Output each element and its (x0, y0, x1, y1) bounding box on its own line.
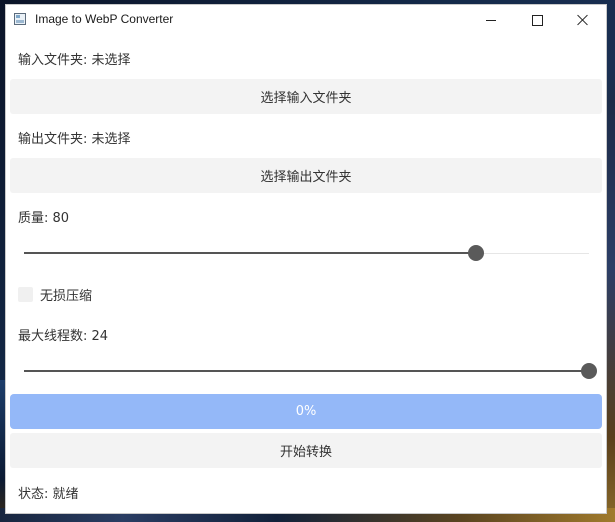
title-bar[interactable]: Image to WebP Converter (6, 5, 606, 35)
threads-slider-handle[interactable] (581, 363, 597, 379)
close-icon (577, 14, 589, 26)
app-window: Image to WebP Converter 输入文件夹: 未选择 选择输入文… (6, 5, 606, 513)
lossless-checkbox[interactable] (18, 286, 33, 302)
minimize-icon (486, 19, 496, 21)
maximize-button[interactable] (514, 5, 560, 35)
minimize-button[interactable] (468, 5, 514, 35)
threads-slider[interactable] (24, 362, 597, 382)
threads-slider-fill (24, 370, 589, 372)
quality-slider-fill (24, 252, 476, 254)
start-conversion-button[interactable]: 开始转换 (10, 433, 602, 468)
quality-slider-handle[interactable] (468, 245, 484, 261)
output-folder-label: 输出文件夹: 未选择 (18, 132, 131, 147)
select-output-folder-button[interactable]: 选择输出文件夹 (10, 158, 602, 193)
select-input-folder-button[interactable]: 选择输入文件夹 (10, 79, 602, 114)
status-label: 状态: 就绪 (18, 487, 79, 502)
maximize-icon (531, 14, 543, 26)
progress-bar: 0% (10, 394, 602, 429)
lossless-label: 无损压缩 (40, 288, 93, 304)
max-threads-label: 最大线程数: 24 (18, 329, 109, 344)
close-button[interactable] (560, 5, 606, 35)
progress-text: 0% (295, 404, 317, 419)
quality-label: 质量: 80 (18, 211, 70, 226)
quality-slider[interactable] (24, 244, 589, 264)
app-icon (14, 13, 26, 25)
lossless-option[interactable]: 无损压缩 (18, 284, 92, 304)
window-title: Image to WebP Converter (35, 12, 174, 26)
input-folder-label: 输入文件夹: 未选择 (18, 53, 131, 68)
